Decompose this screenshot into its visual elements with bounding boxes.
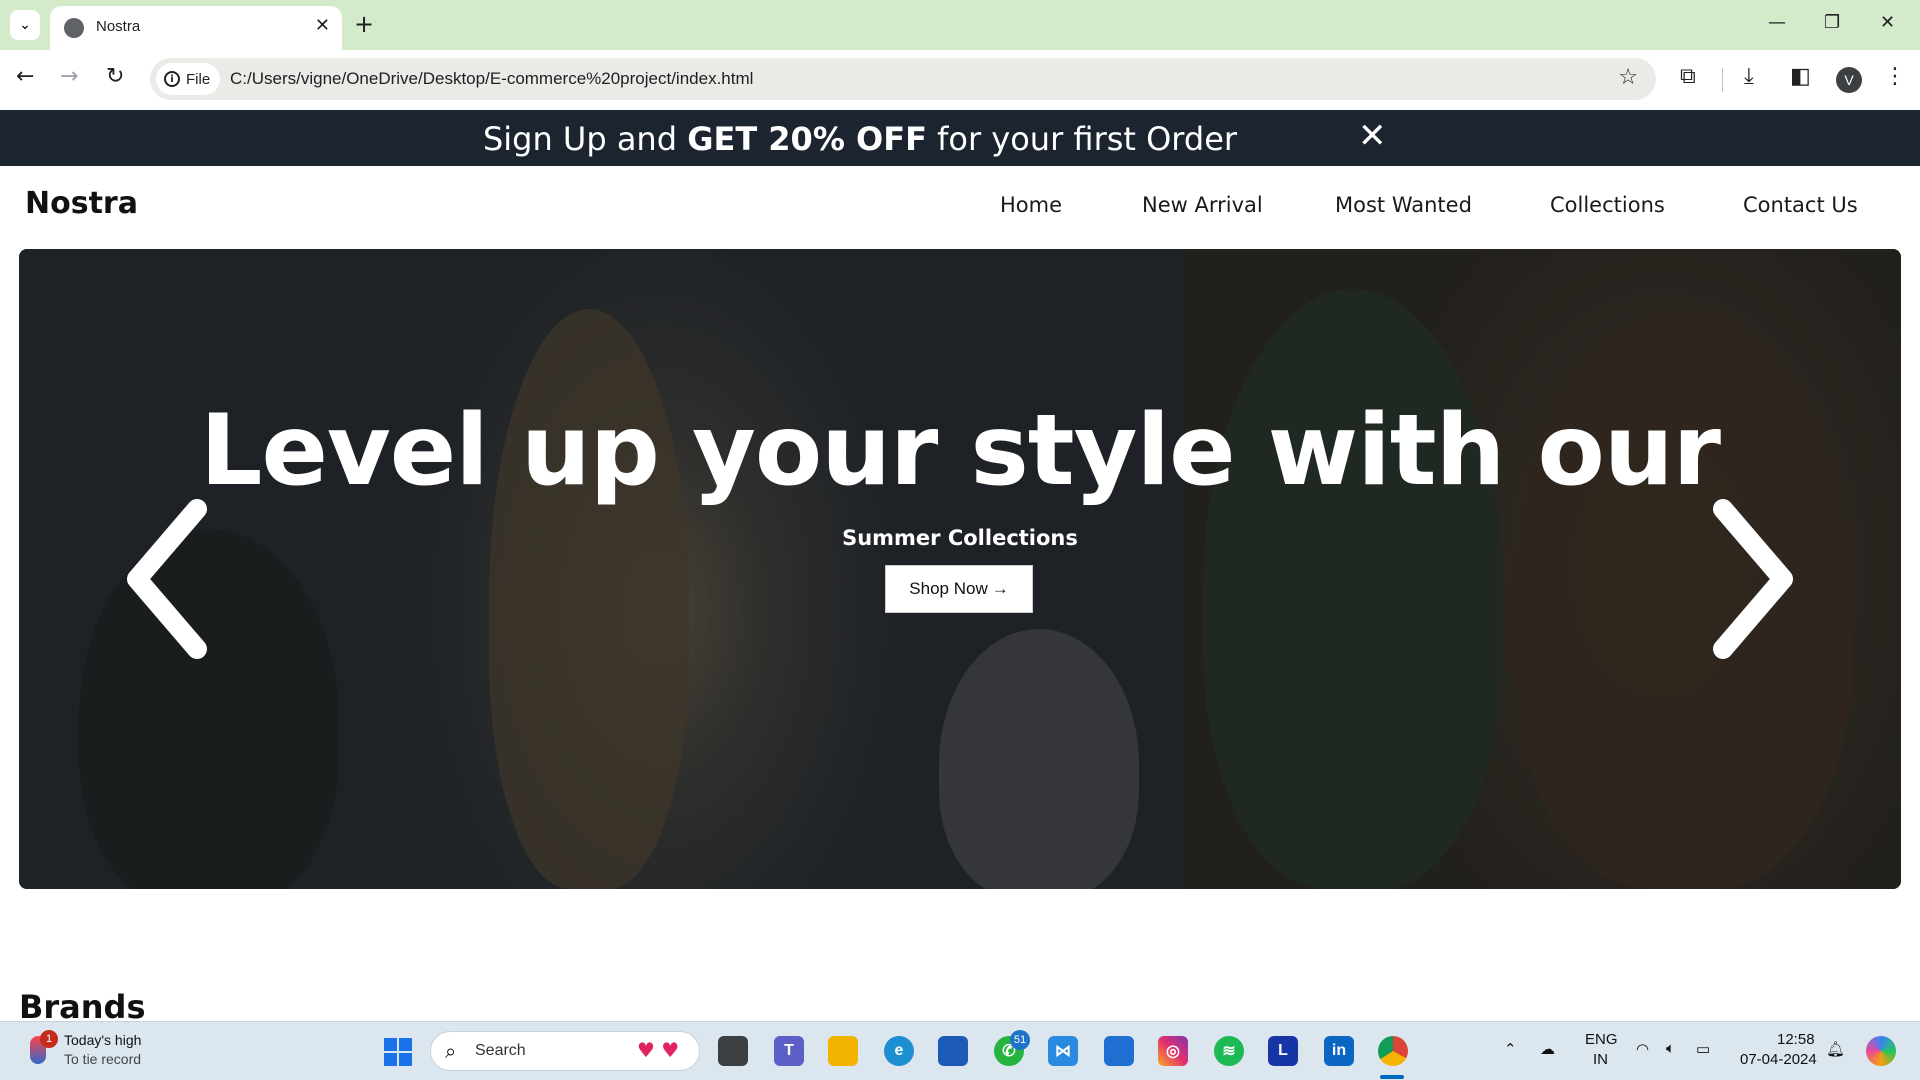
extensions-icon[interactable]: ⧉	[1680, 64, 1696, 89]
battery-icon[interactable]: ▭	[1696, 1040, 1710, 1058]
new-tab-button[interactable]: +	[354, 10, 374, 38]
site-logo[interactable]: Nostra	[25, 186, 138, 221]
weather-badge: 1	[40, 1030, 58, 1048]
volume-icon[interactable]: 🔈︎	[1666, 1040, 1675, 1057]
search-highlight-icon: ♥ ♥	[637, 1038, 680, 1062]
taskbar-search[interactable]: ⌕ Search ♥ ♥	[430, 1031, 700, 1071]
instagram-icon[interactable]: ◎	[1158, 1036, 1188, 1066]
carousel-prev-arrow[interactable]	[117, 494, 237, 664]
teams-icon[interactable]: T	[774, 1036, 804, 1066]
wifi-icon[interactable]: ◠	[1636, 1040, 1649, 1058]
l-app-icon[interactable]: L	[1268, 1036, 1298, 1066]
app-icon[interactable]	[1104, 1036, 1134, 1066]
promo-highlight: GET 20% OFF	[687, 120, 927, 158]
weather-subtitle: To tie record	[64, 1051, 142, 1067]
menu-icon[interactable]: ⋮	[1884, 64, 1906, 89]
download-icon[interactable]: ⤓	[1744, 64, 1754, 89]
linkedin-icon[interactable]: in	[1324, 1036, 1354, 1066]
shop-now-button[interactable]: Shop Now →	[885, 565, 1033, 613]
minimize-button[interactable]: —	[1768, 12, 1786, 33]
clock-time[interactable]: 12:58	[1777, 1031, 1815, 1048]
promo-banner: Sign Up and GET 20% OFF for your first O…	[0, 110, 1920, 166]
close-window-button[interactable]: ✕	[1880, 12, 1895, 33]
nav-link-home[interactable]: Home	[1000, 193, 1062, 217]
onedrive-icon[interactable]: ☁	[1540, 1040, 1555, 1058]
hero-subtitle: Summer Collections	[842, 526, 1078, 550]
tab-title: Nostra	[96, 18, 141, 35]
url-text[interactable]: C:/Users/vigne/OneDrive/Desktop/E-commer…	[230, 69, 753, 89]
browser-tab-strip: ⌄ Nostra ✕ + — ❐ ✕	[0, 0, 1920, 50]
tab-close-icon[interactable]: ✕	[315, 15, 330, 36]
task-view-icon[interactable]	[718, 1036, 748, 1066]
file-explorer-icon[interactable]	[828, 1036, 858, 1066]
promo-suffix: for your first Order	[926, 120, 1238, 158]
whatsapp-badge: 51	[1010, 1030, 1030, 1050]
nav-link-collections[interactable]: Collections	[1550, 193, 1665, 217]
hero-carousel: Level up your style with our Summer Coll…	[19, 249, 1901, 889]
spotify-icon[interactable]: ≋	[1214, 1036, 1244, 1066]
reload-button[interactable]: ↻	[106, 64, 124, 89]
arrow-right-icon: →	[991, 579, 1009, 598]
restore-button[interactable]: ❐	[1824, 12, 1840, 33]
notification-bell-icon[interactable]: 🔔︎	[1826, 1040, 1845, 1058]
chevron-up-icon[interactable]: ⌃	[1504, 1040, 1517, 1058]
info-icon: i	[164, 71, 180, 87]
address-bar[interactable]: i File C:/Users/vigne/OneDrive/Desktop/E…	[150, 58, 1656, 100]
language-line1[interactable]: ENG	[1585, 1031, 1618, 1048]
forward-button[interactable]: →	[60, 64, 78, 89]
globe-icon	[64, 18, 84, 38]
carousel-next-arrow[interactable]	[1683, 494, 1803, 664]
bookmark-star-icon[interactable]: ☆	[1618, 65, 1638, 90]
toolbar-divider	[1722, 68, 1723, 92]
figure-silhouette	[1203, 289, 1503, 889]
back-button[interactable]: ←	[16, 64, 34, 89]
chevron-down-icon: ⌄	[19, 17, 31, 33]
sidepanel-icon[interactable]: ◧	[1790, 64, 1811, 89]
nav-link-new-arrival[interactable]: New Arrival	[1142, 193, 1263, 217]
shop-now-label: Shop Now	[909, 579, 988, 598]
nav-link-contact-us[interactable]: Contact Us	[1743, 193, 1858, 217]
taskbar-search-label: Search	[475, 1042, 526, 1059]
promo-prefix: Sign Up and	[482, 120, 688, 158]
copilot-icon[interactable]	[1866, 1036, 1896, 1066]
weather-title[interactable]: Today's high	[64, 1032, 141, 1048]
file-chip-label: File	[186, 70, 211, 88]
taskbar: 1 Today's high To tie record ⌕ Search ♥ …	[0, 1021, 1920, 1080]
promo-text: Sign Up and GET 20% OFF for your first O…	[0, 120, 1720, 158]
language-line2: IN	[1593, 1051, 1608, 1068]
edge-icon[interactable]: e	[884, 1036, 914, 1066]
promo-close-icon[interactable]: ✕	[1358, 116, 1387, 156]
search-icon: ⌕	[445, 1039, 457, 1063]
hero-title: Level up your style with our	[200, 394, 1721, 508]
active-app-indicator	[1380, 1075, 1404, 1079]
profile-avatar[interactable]: V	[1836, 67, 1862, 93]
store-icon[interactable]	[938, 1036, 968, 1066]
chrome-icon[interactable]	[1378, 1036, 1408, 1066]
nav-link-most-wanted[interactable]: Most Wanted	[1335, 193, 1472, 217]
figure-silhouette	[939, 629, 1139, 889]
vscode-icon[interactable]: ⋈	[1048, 1036, 1078, 1066]
windows-start-icon[interactable]	[384, 1038, 412, 1066]
clock-date: 07-04-2024	[1740, 1051, 1817, 1068]
browser-toolbar: ← → ↻ i File C:/Users/vigne/OneDrive/Des…	[0, 50, 1920, 110]
browser-tab[interactable]: Nostra ✕	[50, 6, 342, 50]
site-info-chip[interactable]: i File	[156, 63, 221, 95]
site-header: Nostra Home New Arrival Most Wanted Coll…	[0, 166, 1920, 248]
tab-search-button[interactable]: ⌄	[10, 10, 40, 40]
